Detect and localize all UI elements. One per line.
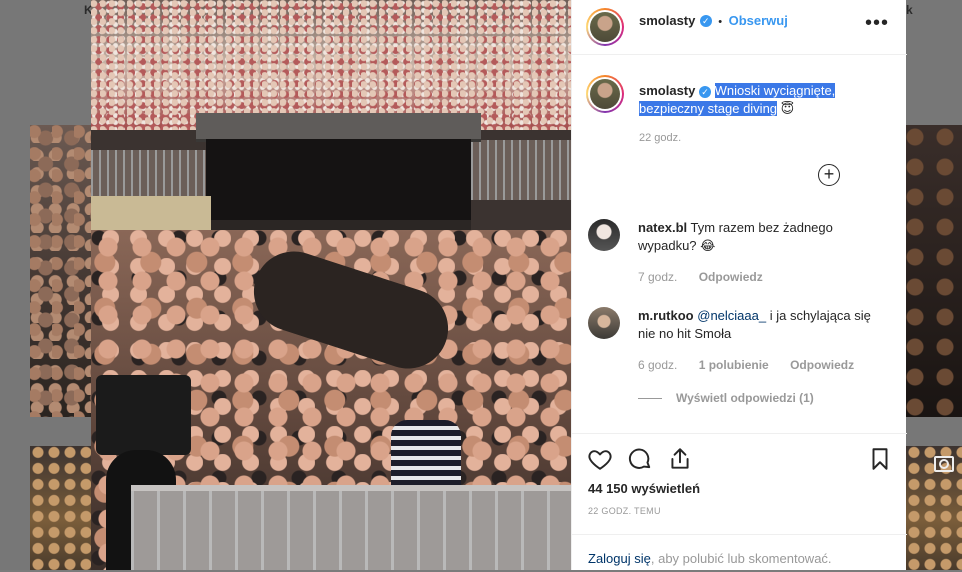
view-count[interactable]: 44 150 wyświetleń: [588, 481, 700, 496]
avatar[interactable]: [586, 8, 624, 46]
verified-badge-icon: ✓: [699, 14, 712, 27]
comment-icon[interactable]: [627, 446, 653, 472]
bookmark-icon[interactable]: [867, 446, 893, 472]
separator-dot: •: [718, 16, 723, 28]
post-header: smolasty ✓ • Obserwuj •••: [572, 0, 907, 55]
background-thumbnail[interactable]: [30, 125, 91, 417]
verified-badge-icon: ✓: [699, 85, 711, 98]
smiling-face-icon: 😇: [780, 101, 795, 116]
reply-button[interactable]: Odpowiedz: [790, 358, 854, 372]
avatar[interactable]: [586, 75, 624, 113]
load-more-comments-button[interactable]: +: [818, 164, 840, 186]
heart-icon[interactable]: [587, 446, 613, 472]
post-modal: smolasty ✓ • Obserwuj ••• smolasty ✓ Wni…: [91, 0, 907, 571]
background-thumbnail[interactable]: [906, 125, 962, 417]
login-prompt-text: , aby polubić lub skomentować.: [650, 551, 832, 566]
video-icon: [934, 456, 954, 472]
mention-link[interactable]: @nelciaaa_: [697, 308, 766, 323]
reply-button[interactable]: Odpowiedz: [699, 270, 763, 284]
post-actions: 44 150 wyświetleń 22 GODZ. TEMU Zaloguj …: [572, 433, 907, 571]
comment-username[interactable]: m.rutkoo: [638, 308, 694, 323]
comment-time[interactable]: 6 godz.: [638, 358, 677, 372]
caption-time[interactable]: 22 godz.: [639, 132, 681, 144]
post-side-panel: smolasty ✓ • Obserwuj ••• smolasty ✓ Wni…: [571, 0, 907, 571]
caption-username[interactable]: smolasty: [639, 83, 695, 98]
share-icon[interactable]: [667, 446, 693, 472]
post-video[interactable]: [91, 0, 571, 570]
background-text: k: [906, 3, 913, 17]
login-prompt: Zaloguj się, aby polubić lub skomentować…: [572, 534, 907, 572]
avatar[interactable]: [588, 219, 620, 251]
avatar[interactable]: [588, 307, 620, 339]
post-timestamp[interactable]: 22 GODZ. TEMU: [588, 506, 661, 516]
background-thumbnail[interactable]: [30, 446, 91, 570]
follow-button[interactable]: Obserwuj: [729, 13, 788, 28]
login-link[interactable]: Zaloguj się: [588, 551, 651, 566]
view-replies-button[interactable]: Wyświetl odpowiedzi (1): [638, 391, 814, 405]
post-username[interactable]: smolasty: [639, 13, 695, 28]
likes-count[interactable]: 1 polubienie: [699, 358, 769, 372]
laughing-face-icon: 😂: [700, 238, 716, 253]
comment-time[interactable]: 7 godz.: [638, 270, 677, 284]
more-options-icon[interactable]: •••: [865, 12, 889, 35]
background-thumbnail[interactable]: [906, 446, 962, 570]
comment-username[interactable]: natex.bl: [638, 220, 687, 235]
